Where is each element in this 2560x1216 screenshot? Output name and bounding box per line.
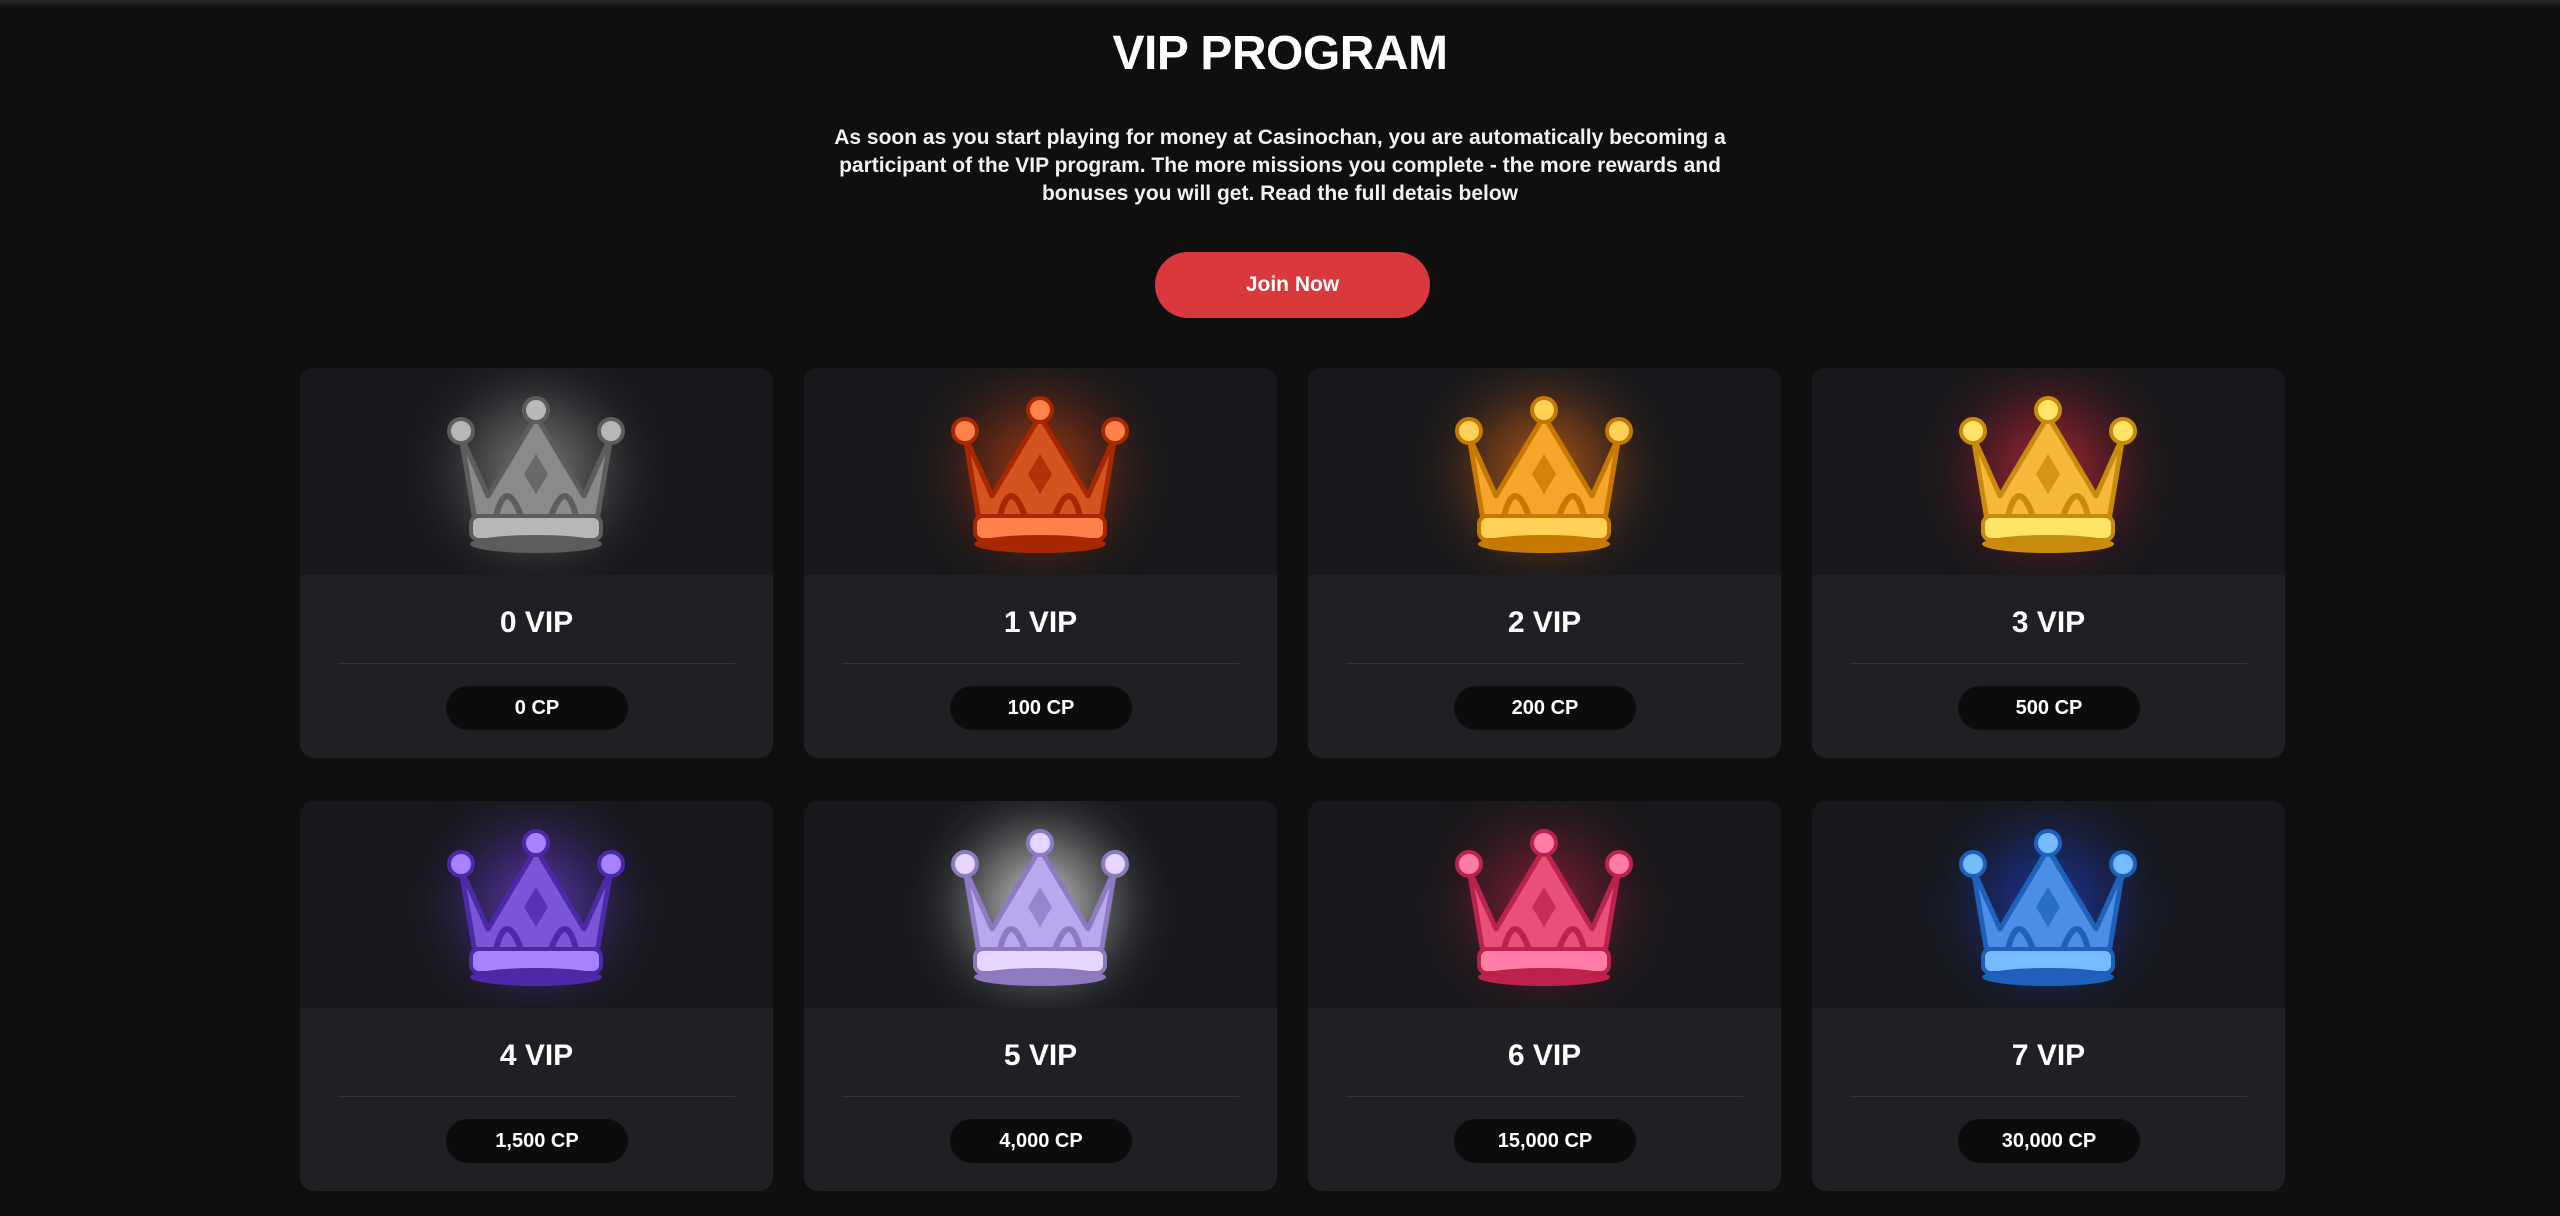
vip-level-title: 4 VIP <box>499 1039 574 1072</box>
vip-level-title: 0 VIP <box>499 606 574 639</box>
bronze-crown-icon <box>951 396 1129 553</box>
cp-requirement: 15,000 CP <box>1454 1119 1636 1163</box>
divider <box>1850 663 2247 664</box>
card-image <box>1812 368 2285 575</box>
cp-requirement: 200 CP <box>1454 686 1636 730</box>
vip-card: 7 VIP 30,000 CP <box>1812 801 2285 1191</box>
card-image <box>1308 801 1781 1008</box>
cp-requirement: 0 CP <box>446 686 628 730</box>
divider <box>842 663 1239 664</box>
vip-card: 2 VIP 200 CP <box>1308 368 1781 758</box>
divider <box>1346 1096 1743 1097</box>
ruby-gold-crown-icon <box>1959 396 2137 553</box>
gold-crown-icon <box>1455 396 1633 553</box>
vip-level-grid: 0 VIP 0 CP 1 VIP 100 CP 2 VIP 200 CP 3 V… <box>300 368 2285 1191</box>
vip-level-title: 3 VIP <box>2011 606 2086 639</box>
silver-crown-icon <box>951 829 1129 986</box>
vip-level-title: 1 VIP <box>1003 606 1078 639</box>
rose-crown-icon <box>1455 829 1633 986</box>
vip-level-title: 5 VIP <box>1003 1039 1078 1072</box>
vip-level-title: 6 VIP <box>1507 1039 1582 1072</box>
ice-crown-icon <box>1959 829 2137 986</box>
vip-card: 5 VIP 4,000 CP <box>804 801 1277 1191</box>
divider <box>842 1096 1239 1097</box>
card-image <box>804 368 1277 575</box>
card-image <box>804 801 1277 1008</box>
cp-requirement: 30,000 CP <box>1958 1119 2140 1163</box>
top-bar <box>0 0 2560 8</box>
join-now-button[interactable]: Join Now <box>1155 252 1430 318</box>
intro-text: As soon as you start playing for money a… <box>834 126 1726 205</box>
divider <box>1850 1096 2247 1097</box>
vip-card: 1 VIP 100 CP <box>804 368 1277 758</box>
divider <box>338 1096 735 1097</box>
vip-card: 0 VIP 0 CP <box>300 368 773 758</box>
vip-card: 3 VIP 500 CP <box>1812 368 2285 758</box>
card-image <box>300 801 773 1008</box>
vip-card: 6 VIP 15,000 CP <box>1308 801 1781 1191</box>
card-image <box>1308 368 1781 575</box>
page-title: VIP PROGRAM <box>1112 27 1449 80</box>
cp-requirement: 1,500 CP <box>446 1119 628 1163</box>
cp-requirement: 500 CP <box>1958 686 2140 730</box>
card-image <box>1812 801 2285 1008</box>
cp-requirement: 4,000 CP <box>950 1119 1132 1163</box>
gray-crown-icon <box>447 396 625 553</box>
vip-card: 4 VIP 1,500 CP <box>300 801 773 1191</box>
cp-requirement: 100 CP <box>950 686 1132 730</box>
divider <box>338 663 735 664</box>
violet-crown-icon <box>447 829 625 986</box>
vip-level-title: 2 VIP <box>1507 606 1582 639</box>
card-image <box>300 368 773 575</box>
vip-level-title: 7 VIP <box>2011 1039 2086 1072</box>
divider <box>1346 663 1743 664</box>
